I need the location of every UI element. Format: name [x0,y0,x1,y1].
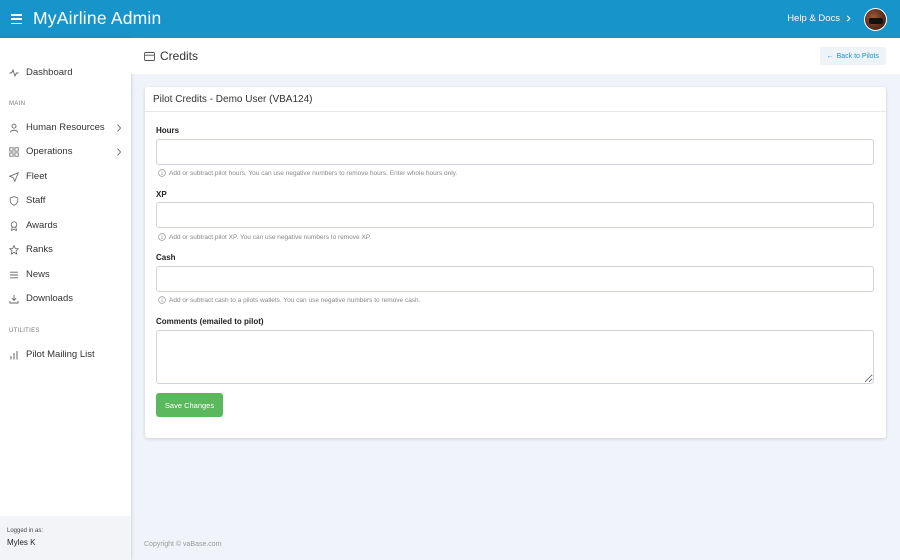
cash-help-text: Add or subtract cash to a pilots wallets… [169,296,421,304]
star-icon [9,245,19,255]
chevron-right-icon [117,124,122,132]
sidebar-item-awards[interactable]: Awards [0,217,131,235]
copyright-text: Copyright © vaBase.com [144,541,222,548]
hours-help: Add or subtract pilot hours. You can use… [158,169,457,177]
back-to-pilots-button[interactable]: ← Back to Pilots [819,47,886,65]
hours-input[interactable] [156,139,874,165]
chevron-right-icon [117,148,122,156]
back-to-pilots-label: Back to Pilots [836,52,879,60]
credit-card-icon [144,52,155,61]
logged-in-label: Logged in as: [7,528,44,534]
chevron-right-icon [846,15,851,22]
section-title-utilities: UTILITIES [9,328,40,334]
xp-input[interactable] [156,202,874,228]
sidebar-item-operations[interactable]: Operations [0,143,131,161]
card-header: Pilot Credits - Demo User (VBA124) [145,87,886,112]
avatar[interactable] [864,8,887,31]
menu-icon[interactable] [11,14,22,24]
sidebar-item-label: Dashboard [26,67,73,78]
comments-label: Comments (emailed to pilot) [156,317,264,326]
info-icon [158,169,166,177]
user-icon [9,123,19,133]
hours-help-text: Add or subtract pilot hours. You can use… [169,169,458,177]
sidebar-item-staff[interactable]: Staff [0,192,131,210]
sidebar-item-downloads[interactable]: Downloads [0,290,131,308]
sidebar-item-label: Human Resources [26,122,105,133]
download-icon [9,294,19,304]
sidebar-item-label: News [26,269,50,280]
app-brand[interactable]: MyAirline Admin [33,8,161,29]
xp-help: Add or subtract pilot XP. You can use ne… [158,233,371,241]
logged-in-user: Myles K [7,538,36,547]
send-icon [9,172,19,182]
sidebar-item-human-resources[interactable]: Human Resources [0,119,131,137]
activity-icon [9,68,19,78]
xp-label: XP [156,190,167,199]
sidebar-item-label: Downloads [26,293,73,304]
pilot-credits-card: Pilot Credits - Demo User (VBA124) Hours… [145,87,886,438]
sidebar-item-label: Pilot Mailing List [26,349,95,360]
sidebar-item-ranks[interactable]: Ranks [0,241,131,259]
sidebar-item-fleet[interactable]: Fleet [0,168,131,186]
cash-input[interactable] [156,266,874,292]
sidebar-item-pilot-mailing-list[interactable]: Pilot Mailing List [0,346,131,364]
arrow-left-icon: ← [826,52,834,60]
save-changes-button[interactable]: Save Changes [156,393,223,417]
info-icon [158,233,166,241]
list-icon [9,270,19,280]
award-icon [9,221,19,231]
sidebar-item-label: Staff [26,195,46,206]
info-icon [158,296,166,304]
page-header: Credits ← Back to Pilots [131,38,900,74]
sidebar-item-label: Ranks [26,244,53,255]
cash-label: Cash [156,253,176,262]
sidebar-item-label: Fleet [26,171,48,182]
sidebar: Dashboard MAIN Human Resources Operation… [0,38,131,560]
help-docs-label: Help & Docs [787,13,840,24]
help-docs-link[interactable]: Help & Docs [787,13,852,24]
top-bar: MyAirline Admin Help & Docs [0,0,900,38]
sidebar-item-label: Operations [26,146,73,157]
card-title: Pilot Credits - Demo User (VBA124) [153,94,313,105]
logged-in-panel: Logged in as: Myles K [0,516,131,560]
sidebar-item-dashboard[interactable]: Dashboard [0,64,131,82]
section-title-main: MAIN [9,101,26,107]
sidebar-item-label: Awards [26,220,58,231]
hours-label: Hours [156,126,180,135]
shield-icon [9,196,19,206]
xp-help-text: Add or subtract pilot XP. You can use ne… [169,233,372,241]
bar-chart-icon [9,350,19,360]
comments-textarea[interactable] [156,330,874,384]
grid-icon [9,147,19,157]
page-title: Credits [160,49,199,63]
sidebar-item-news[interactable]: News [0,266,131,284]
cash-help: Add or subtract cash to a pilots wallets… [158,296,420,304]
